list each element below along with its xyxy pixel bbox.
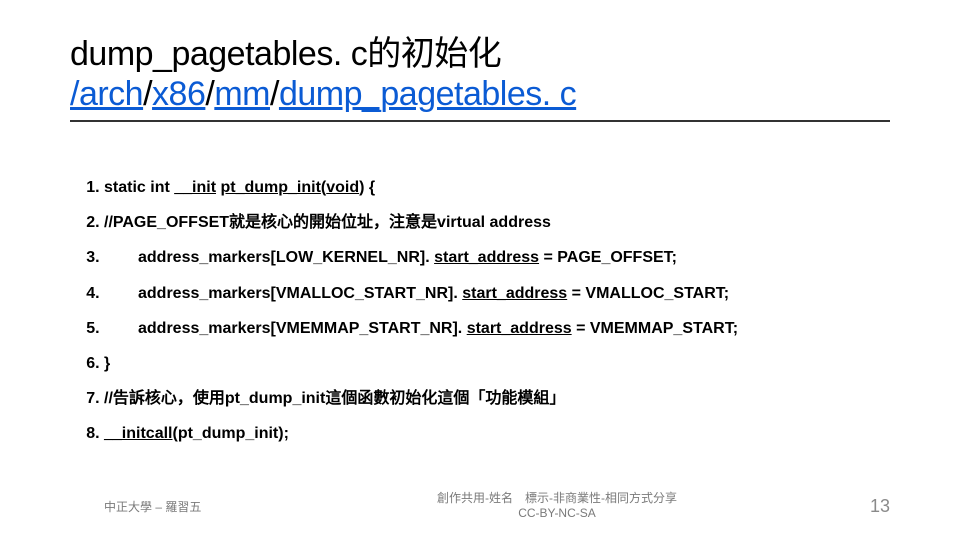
footer-license: 創作共用-姓名 標示-非商業性-相同方式分享 CC-BY-NC-SA [264, 491, 850, 522]
code-line-5: address_markers[VMEMMAP_START_NR]. start… [104, 319, 890, 338]
footer-author: 中正大學 – 羅習五 [104, 498, 264, 515]
code-indent: address_markers[VMALLOC_START_NR]. start… [104, 284, 729, 303]
code-text: __init [174, 179, 216, 196]
code-text: = VMALLOC_START; [567, 285, 729, 302]
code-list: static int __init pt_dump_init(void) { /… [70, 178, 890, 444]
code-text: = PAGE_OFFSET; [539, 249, 677, 266]
code-text: ) { [359, 179, 375, 196]
code-line-6: } [104, 354, 890, 373]
footer: 中正大學 – 羅習五 創作共用-姓名 標示-非商業性-相同方式分享 CC-BY-… [0, 491, 960, 522]
path-x86-link[interactable]: x86 [152, 75, 205, 113]
code-text: = VMEMMAP_START; [572, 320, 738, 337]
code-line-3: address_markers[LOW_KERNEL_NR]. start_ad… [104, 248, 890, 267]
code-line-4: address_markers[VMALLOC_START_NR]. start… [104, 284, 890, 303]
title-line1: dump_pagetables. c的初始化 [70, 26, 890, 75]
code-text: (pt_dump_init); [172, 425, 288, 442]
code-text: __initcall [104, 425, 172, 442]
path-file-link[interactable]: dump_pagetables. c [279, 75, 576, 113]
code-line-7: //告訴核心，使用pt_dump_init這個函數初始化這個「功能模組」 [104, 389, 890, 408]
slide: dump_pagetables. c的初始化 /arch/x86/mm/dump… [0, 0, 960, 540]
page-number: 13 [850, 496, 890, 517]
code-text: static int [104, 179, 174, 196]
code-text: void [326, 179, 359, 196]
code-text: pt_dump_init [220, 179, 320, 196]
code-text: start_address [462, 285, 567, 302]
code-text: address_markers[LOW_KERNEL_NR]. [138, 249, 434, 266]
code-text: address_markers[VMEMMAP_START_NR]. [138, 320, 467, 337]
code-indent: address_markers[LOW_KERNEL_NR]. start_ad… [104, 248, 677, 267]
path-sep: / [205, 75, 214, 113]
footer-license-line2: CC-BY-NC-SA [264, 506, 850, 522]
title-path: /arch/x86/mm/dump_pagetables. c [70, 75, 890, 114]
path-sep: / [143, 75, 152, 113]
code-line-8: __initcall(pt_dump_init); [104, 424, 890, 443]
path-mm-link[interactable]: mm [214, 75, 270, 113]
title-block: dump_pagetables. c的初始化 /arch/x86/mm/dump… [70, 26, 890, 122]
footer-license-line1: 創作共用-姓名 標示-非商業性-相同方式分享 [264, 491, 850, 507]
path-sep: / [270, 75, 279, 113]
code-text: start_address [467, 320, 572, 337]
path-arch-link[interactable]: /arch [70, 75, 143, 113]
code-line-1: static int __init pt_dump_init(void) { [104, 178, 890, 197]
code-indent: address_markers[VMEMMAP_START_NR]. start… [104, 319, 738, 338]
code-text: start_address [434, 249, 539, 266]
code-text: address_markers[VMALLOC_START_NR]. [138, 285, 462, 302]
code-line-2: //PAGE_OFFSET就是核心的開始位址，注意是virtual addres… [104, 213, 890, 232]
